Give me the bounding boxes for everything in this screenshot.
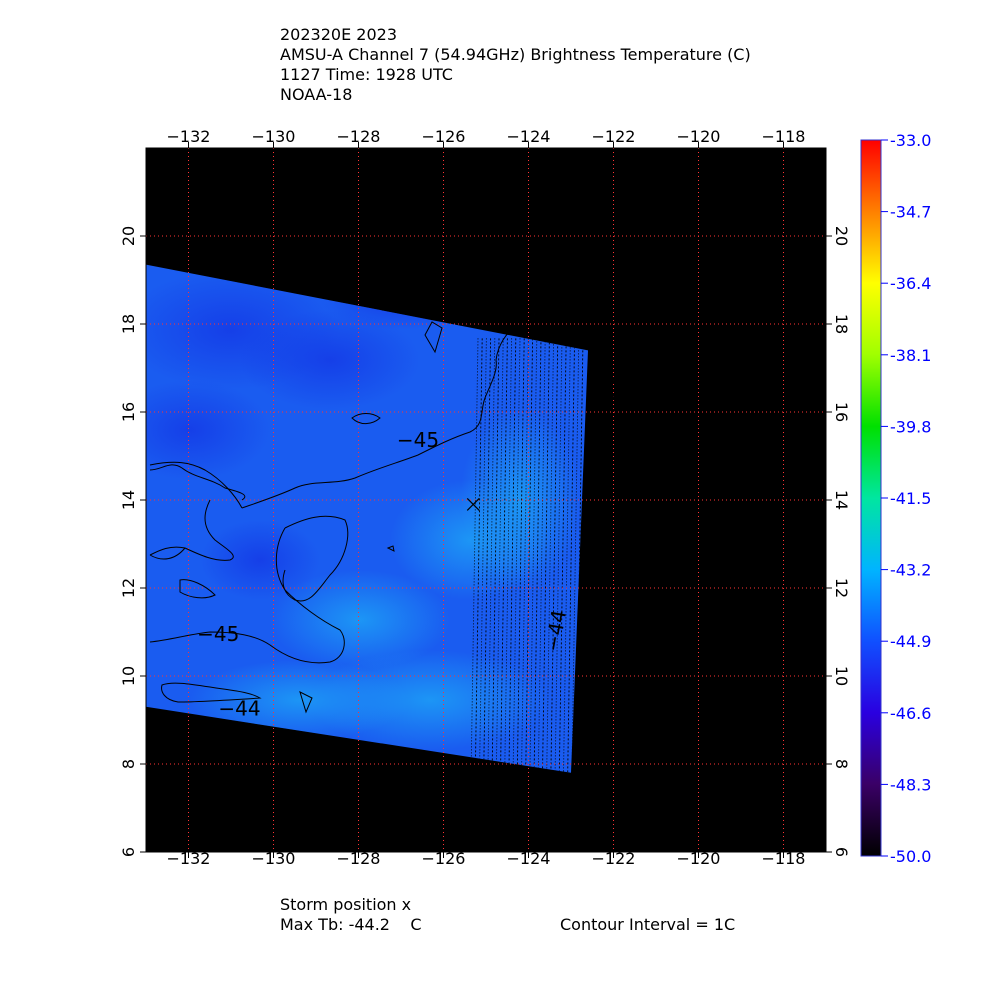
storm-position-note: Storm position x (280, 895, 411, 914)
contour-label: −45 (197, 622, 239, 646)
colorbar-ticks: -33.0 -34.7 -36.4 -38.1 -39.8 -41.5 -43.2 -44.9… (881, 131, 931, 866)
x-tick-label-bottom: −128 (337, 849, 381, 868)
x-tick-label-top: −124 (507, 127, 551, 146)
contour-label: −44 (218, 697, 260, 721)
y-tick-label-left: 14 (119, 490, 138, 510)
y-tick-label-right: 18 (832, 314, 851, 334)
colorbar-tick-label: -41.5 (890, 489, 931, 508)
colorbar-tick-label: -48.3 (890, 775, 931, 794)
colorbar-tick-label: -43.2 (890, 561, 931, 580)
header-satellite: NOAA-18 (280, 85, 352, 104)
y-tick-label-right: 6 (832, 847, 851, 857)
y-tick-label-right: 12 (832, 578, 851, 598)
colorbar-tick-label: -39.8 (890, 417, 931, 436)
x-tick-label-bottom: −122 (592, 849, 636, 868)
y-tick-label-right: 8 (832, 759, 851, 769)
colorbar-tick-label: -44.9 (890, 632, 931, 651)
satellite-chart: 202320E 2023 AMSU-A Channel 7 (54.94GHz)… (119, 25, 931, 934)
x-tick-label-bottom: −120 (677, 849, 721, 868)
colorbar-tick-label: -34.7 (890, 203, 931, 222)
x-tick-label-bottom: −126 (422, 849, 466, 868)
colorbar-tick-label: -46.6 (890, 704, 931, 723)
y-tick-label-left: 20 (119, 226, 138, 246)
x-tick-label-top: −130 (252, 127, 296, 146)
x-tick-label-top: −122 (592, 127, 636, 146)
y-tick-label-left: 12 (119, 578, 138, 598)
contour-interval: Contour Interval = 1C (560, 915, 735, 934)
x-tick-label-top: −128 (337, 127, 381, 146)
x-tick-label-bottom: −124 (507, 849, 551, 868)
y-tick-label-right: 10 (832, 666, 851, 686)
max-tb: Max Tb: -44.2 C (280, 915, 421, 934)
x-tick-label-top: −132 (167, 127, 211, 146)
colorbar-tick-label: -38.1 (890, 346, 931, 365)
y-tick-label-left: 16 (119, 402, 138, 422)
header-time: 1127 Time: 1928 UTC (280, 65, 453, 84)
x-tick-label-top: −118 (762, 127, 806, 146)
colorbar-tick-label: -50.0 (890, 847, 931, 866)
y-tick-label-left: 6 (119, 847, 138, 857)
cold-patch (146, 380, 270, 480)
y-tick-label-right: 14 (832, 490, 851, 510)
contour-label: −45 (397, 428, 439, 452)
y-tick-label-right: 20 (832, 226, 851, 246)
x-tick-label-bottom: −132 (167, 849, 211, 868)
y-tick-label-left: 8 (119, 759, 138, 769)
x-tick-label-top: −126 (422, 127, 466, 146)
y-tick-label-left: 18 (119, 314, 138, 334)
header-product: AMSU-A Channel 7 (54.94GHz) Brightness T… (280, 45, 751, 64)
x-tick-label-bottom: −130 (252, 849, 296, 868)
x-tick-label-bottom: −118 (762, 849, 806, 868)
colorbar (860, 139, 882, 857)
colorbar-tick-label: -36.4 (890, 274, 931, 293)
y-tick-label-left: 10 (119, 666, 138, 686)
x-tick-label-top: −120 (677, 127, 721, 146)
colorbar-tick-label: -33.0 (890, 131, 931, 150)
y-tick-label-right: 16 (832, 402, 851, 422)
header-id: 202320E 2023 (280, 25, 397, 44)
